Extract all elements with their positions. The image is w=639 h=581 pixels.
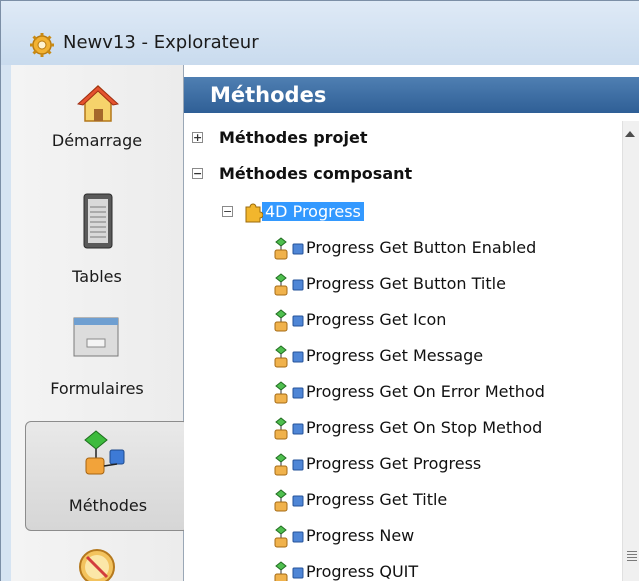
method-label: Progress New xyxy=(306,526,415,545)
list-item[interactable]: Progress Get Button Title xyxy=(274,269,506,299)
explorer-window: Newv13 - Explorateur Démarrage Tables Fo… xyxy=(0,0,639,581)
tree-node-project-methods[interactable]: + Méthodes projet xyxy=(192,123,368,153)
sidebar-item-label: Démarrage xyxy=(51,131,143,150)
method-icon xyxy=(274,237,304,260)
method-icon xyxy=(274,525,304,548)
sidebar-item-methodes[interactable]: Méthodes xyxy=(25,421,189,531)
tree-node-component-methods[interactable]: − Méthodes composant xyxy=(192,159,412,189)
method-label: Progress Get Progress xyxy=(306,454,482,473)
method-label: Progress Get Message xyxy=(306,346,484,365)
collapse-toggle[interactable]: − xyxy=(192,168,203,179)
sidebar-item-label: Tables xyxy=(72,267,122,286)
list-item[interactable]: Progress Get On Error Method xyxy=(274,377,545,407)
method-icon xyxy=(274,489,304,512)
sidebar-item-demarrage[interactable]: Démarrage xyxy=(11,75,183,185)
methods-panel: Méthodes + Méthodes projet − Méthodes co… xyxy=(184,65,639,581)
house-icon xyxy=(77,84,119,122)
sidebar-item-tools[interactable] xyxy=(11,541,183,581)
method-icon xyxy=(274,561,304,581)
gear-app-icon xyxy=(30,33,54,57)
node-label: Méthodes composant xyxy=(219,164,413,183)
method-label: Progress Get On Stop Method xyxy=(306,418,543,437)
method-icon xyxy=(274,453,304,476)
list-item[interactable]: Progress Get Message xyxy=(274,341,483,371)
scroll-grip-icon[interactable] xyxy=(627,551,637,563)
sidebar-item-tables[interactable]: Tables xyxy=(11,193,183,303)
compass-icon xyxy=(79,549,115,581)
method-label: Progress Get Icon xyxy=(306,310,447,329)
component-puzzle-icon xyxy=(245,203,263,223)
sidebar-item-formulaires[interactable]: Formulaires xyxy=(11,309,183,419)
method-label: Progress Get On Error Method xyxy=(306,382,545,401)
form-icon xyxy=(73,317,119,357)
sidebar: Démarrage Tables Formulaires Méthodes xyxy=(11,65,189,581)
node-label: Méthodes projet xyxy=(219,128,368,147)
title-bar: Newv13 - Explorateur xyxy=(1,1,639,65)
list-item[interactable]: Progress Get Button Enabled xyxy=(274,233,536,263)
method-icon xyxy=(274,273,304,296)
list-item[interactable]: Progress QUIT xyxy=(274,557,418,581)
table-icon xyxy=(83,193,113,249)
method-icon xyxy=(274,417,304,440)
section-header: Méthodes xyxy=(184,77,639,113)
tree-node-4d-progress[interactable]: − 4D Progress xyxy=(222,197,364,227)
list-item[interactable]: Progress Get On Stop Method xyxy=(274,413,542,443)
method-label: Progress Get Button Title xyxy=(306,274,506,293)
scroll-up-arrow-icon[interactable] xyxy=(625,131,635,137)
sidebar-item-label: Formulaires xyxy=(50,379,144,398)
node-label-selected: 4D Progress xyxy=(262,202,364,221)
collapse-toggle[interactable]: − xyxy=(222,206,233,217)
method-label: Progress Get Button Enabled xyxy=(306,238,537,257)
list-item[interactable]: Progress Get Progress xyxy=(274,449,481,479)
method-icon xyxy=(274,381,304,404)
method-label: Progress QUIT xyxy=(306,562,419,581)
list-item[interactable]: Progress Get Title xyxy=(274,485,447,515)
method-label: Progress Get Title xyxy=(306,490,448,509)
methods-tree: + Méthodes projet − Méthodes composant −… xyxy=(184,121,622,581)
expand-toggle[interactable]: + xyxy=(192,132,203,143)
vertical-scrollbar[interactable] xyxy=(622,121,639,581)
sidebar-item-label: Méthodes xyxy=(68,496,148,515)
list-item[interactable]: Progress New xyxy=(274,521,414,551)
window-title: Newv13 - Explorateur xyxy=(63,32,259,53)
method-icon xyxy=(274,345,304,368)
methods-icon xyxy=(84,430,125,475)
list-item[interactable]: Progress Get Icon xyxy=(274,305,446,335)
method-icon xyxy=(274,309,304,332)
